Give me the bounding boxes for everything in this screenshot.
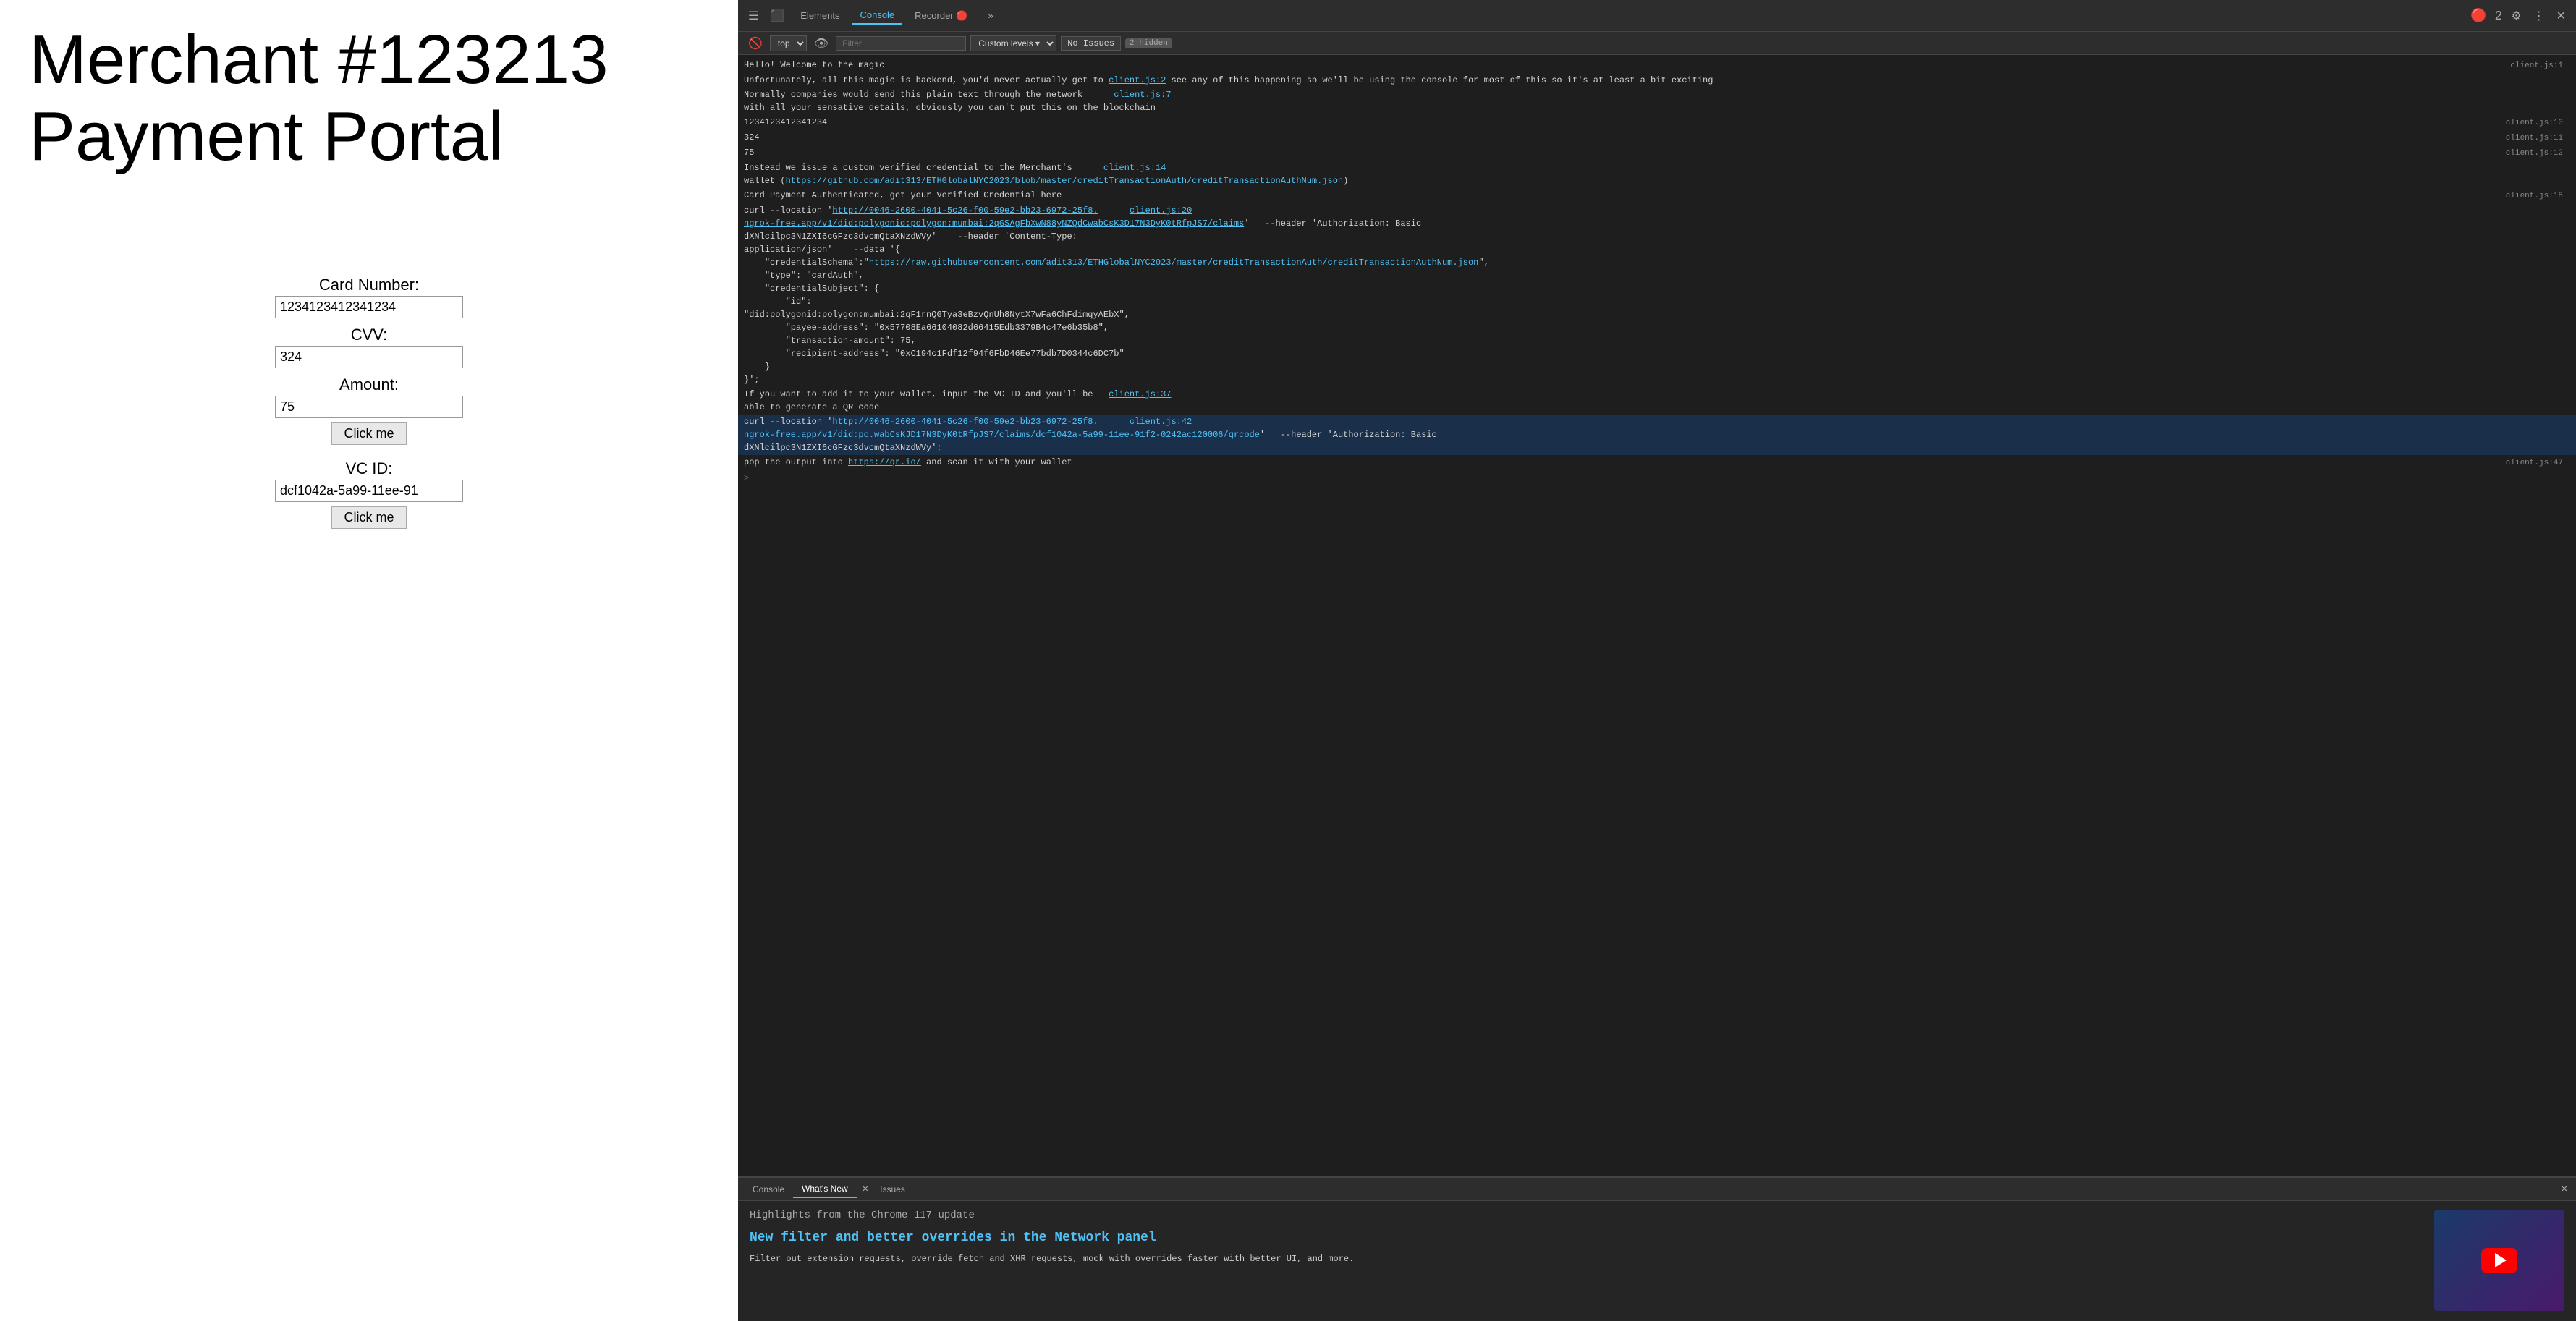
console-link[interactable]: ngrok-free.app/v1/did:po.wabCsKJD17N3DyK…	[744, 430, 1260, 440]
cvv-label: CVV:	[351, 326, 388, 344]
context-dropdown[interactable]: top	[770, 35, 807, 51]
vcid-field: VC ID: Click me	[275, 452, 463, 529]
console-link[interactable]: client.js:7	[1114, 90, 1171, 100]
console-line-highlighted: curl --location 'http://0046-2600-4041-5…	[738, 415, 2576, 455]
qrio-link[interactable]: https://qr.io/	[848, 457, 921, 467]
console-filter-input[interactable]	[836, 36, 966, 51]
tab-console[interactable]: Console	[852, 7, 902, 25]
portal-title: Merchant #123213 Payment Portal	[29, 22, 709, 174]
console-output[interactable]: Hello! Welcome to the magic client.js:1 …	[738, 55, 2576, 1176]
console-line: 324 client.js:11	[738, 130, 2576, 145]
bottom-panel: Console What's New ✕ Issues ✕ Highlights…	[738, 1176, 2576, 1321]
card-number-label: Card Number:	[319, 276, 419, 294]
devtools-panel: ☰ ⬛ Elements Console Recorder 🔴 » 🔴 2 ⚙ …	[738, 0, 2576, 1321]
no-issues-badge: No Issues	[1061, 36, 1121, 51]
github-link[interactable]: https://github.com/adit313/ETHGlobalNYC2…	[786, 176, 1344, 186]
console-prompt: >	[738, 470, 2576, 486]
console-line: Card Payment Authenticated, get your Ver…	[738, 188, 2576, 203]
submit-button[interactable]: Click me	[331, 422, 406, 445]
whats-new-description: Filter out extension requests, override …	[750, 1252, 2420, 1265]
console-line: If you want to add it to your wallet, in…	[738, 387, 2576, 415]
payment-form: Card Number: CVV: Amount: Click me VC ID…	[29, 276, 709, 536]
console-line: pop the output into https://qr.io/ and s…	[738, 455, 2576, 470]
tab-more[interactable]: »	[980, 7, 1000, 24]
console-line: 1234123412341234 client.js:10	[738, 115, 2576, 130]
tab-recorder[interactable]: Recorder 🔴	[907, 7, 975, 25]
devtools-topbar: ☰ ⬛ Elements Console Recorder 🔴 » 🔴 2 ⚙ …	[738, 0, 2576, 32]
devtools-dock-icon[interactable]: ☰	[745, 6, 761, 26]
console-link[interactable]: client.js:2	[1109, 75, 1166, 85]
close-icon[interactable]: ✕	[2554, 6, 2569, 26]
whats-new-section-title: Highlights from the Chrome 117 update	[750, 1210, 2420, 1221]
console-text: Normally companies would send this plain…	[744, 88, 2570, 114]
console-link-ref[interactable]: client.js:20	[1130, 205, 1192, 216]
card-number-input[interactable]	[275, 296, 463, 318]
play-triangle-icon	[2495, 1253, 2507, 1267]
bottom-panel-content: Highlights from the Chrome 117 update Ne…	[738, 1201, 2576, 1321]
vcid-input[interactable]	[275, 480, 463, 502]
console-text: Hello! Welcome to the magic	[744, 59, 2510, 72]
console-text: curl --location 'http://0046-2600-4041-5…	[744, 415, 2570, 454]
console-text: curl --location 'http://0046-2600-4041-5…	[744, 204, 2570, 386]
youtube-play-button[interactable]	[2481, 1248, 2517, 1273]
amount-input[interactable]	[275, 396, 463, 418]
amount-field: Amount: Click me	[275, 375, 463, 445]
vcid-label: VC ID:	[346, 459, 393, 478]
console-text: 324	[744, 131, 2506, 144]
error-badge[interactable]: 🔴 2	[2470, 8, 2502, 24]
bottom-tabs: Console What's New ✕ Issues ✕	[738, 1178, 2576, 1201]
whats-new-feature-title: New filter and better overrides in the N…	[750, 1230, 2420, 1246]
console-line-ref[interactable]: client.js:12	[2506, 146, 2570, 160]
devtools-secondary-toolbar: 🚫 top 👁 Custom levels ▾ No Issues 2 hidd…	[738, 32, 2576, 55]
console-line: 75 client.js:12	[738, 145, 2576, 161]
console-line-ref[interactable]: client.js:47	[2506, 456, 2570, 470]
console-line-ref[interactable]: client.js:10	[2506, 116, 2570, 129]
console-line: Unfortunately, all this magic is backend…	[738, 73, 2576, 88]
console-link[interactable]: http://0046-2600-4041-5c26-f00-59e2-bb23…	[832, 205, 1098, 216]
console-text: 75	[744, 146, 2506, 159]
whats-new-video-thumbnail[interactable]	[2434, 1210, 2564, 1311]
dots-menu-icon[interactable]: ⋮	[2530, 6, 2548, 26]
log-levels-dropdown[interactable]: Custom levels ▾	[970, 35, 1056, 51]
bottom-panel-close-icon[interactable]: ✕	[2559, 1183, 2570, 1195]
tab-console-bottom[interactable]: Console	[744, 1181, 793, 1197]
console-text: 1234123412341234	[744, 116, 2506, 129]
devtools-inspect-icon[interactable]: ⬛	[767, 6, 787, 26]
cvv-field: CVV:	[275, 326, 463, 368]
console-line: Instead we issue a custom verified crede…	[738, 161, 2576, 188]
console-line-ref[interactable]: client.js:11	[2506, 131, 2570, 145]
whats-new-content: Highlights from the Chrome 117 update Ne…	[750, 1210, 2420, 1312]
console-line-ref[interactable]: client.js:1	[2510, 59, 2570, 72]
vcid-submit-button[interactable]: Click me	[331, 506, 406, 529]
settings-icon[interactable]: ⚙	[2508, 6, 2524, 26]
console-line: Normally companies would send this plain…	[738, 88, 2576, 115]
console-link[interactable]: ngrok-free.app/v1/did:polygonid:polygon:…	[744, 218, 1244, 229]
hidden-count-badge: 2 hidden	[1125, 38, 1172, 48]
console-text: Instead we issue a custom verified crede…	[744, 161, 2570, 187]
console-link-ref[interactable]: client.js:42	[1130, 417, 1192, 427]
console-text: If you want to add it to your wallet, in…	[744, 388, 2570, 414]
tab-elements[interactable]: Elements	[793, 7, 847, 24]
console-line: Hello! Welcome to the magic client.js:1	[738, 58, 2576, 73]
console-link[interactable]: client.js:37	[1109, 389, 1171, 399]
console-text: Card Payment Authenticated, get your Ver…	[744, 189, 2506, 202]
tab-issues[interactable]: Issues	[871, 1181, 914, 1197]
console-link[interactable]: http://0046-2600-4041-5c26-f00-59e2-bb23…	[832, 417, 1098, 427]
amount-label: Amount:	[339, 375, 399, 394]
cvv-input[interactable]	[275, 346, 463, 368]
tab-whats-new[interactable]: What's New	[793, 1181, 857, 1198]
whats-new-close-icon[interactable]: ✕	[860, 1183, 871, 1195]
clear-console-icon[interactable]: 🚫	[745, 33, 766, 54]
console-link[interactable]: client.js:14	[1103, 163, 1166, 173]
console-text: Unfortunately, all this magic is backend…	[744, 74, 2570, 87]
raw-github-link[interactable]: https://raw.githubusercontent.com/adit31…	[869, 258, 1479, 268]
console-line: curl --location 'http://0046-2600-4041-5…	[738, 203, 2576, 387]
eye-icon[interactable]: 👁	[811, 33, 831, 54]
payment-portal-panel: Merchant #123213 Payment Portal Card Num…	[0, 0, 738, 1321]
console-text: pop the output into https://qr.io/ and s…	[744, 456, 2506, 469]
console-line-ref[interactable]: client.js:18	[2506, 189, 2570, 203]
card-number-field: Card Number:	[275, 276, 463, 318]
